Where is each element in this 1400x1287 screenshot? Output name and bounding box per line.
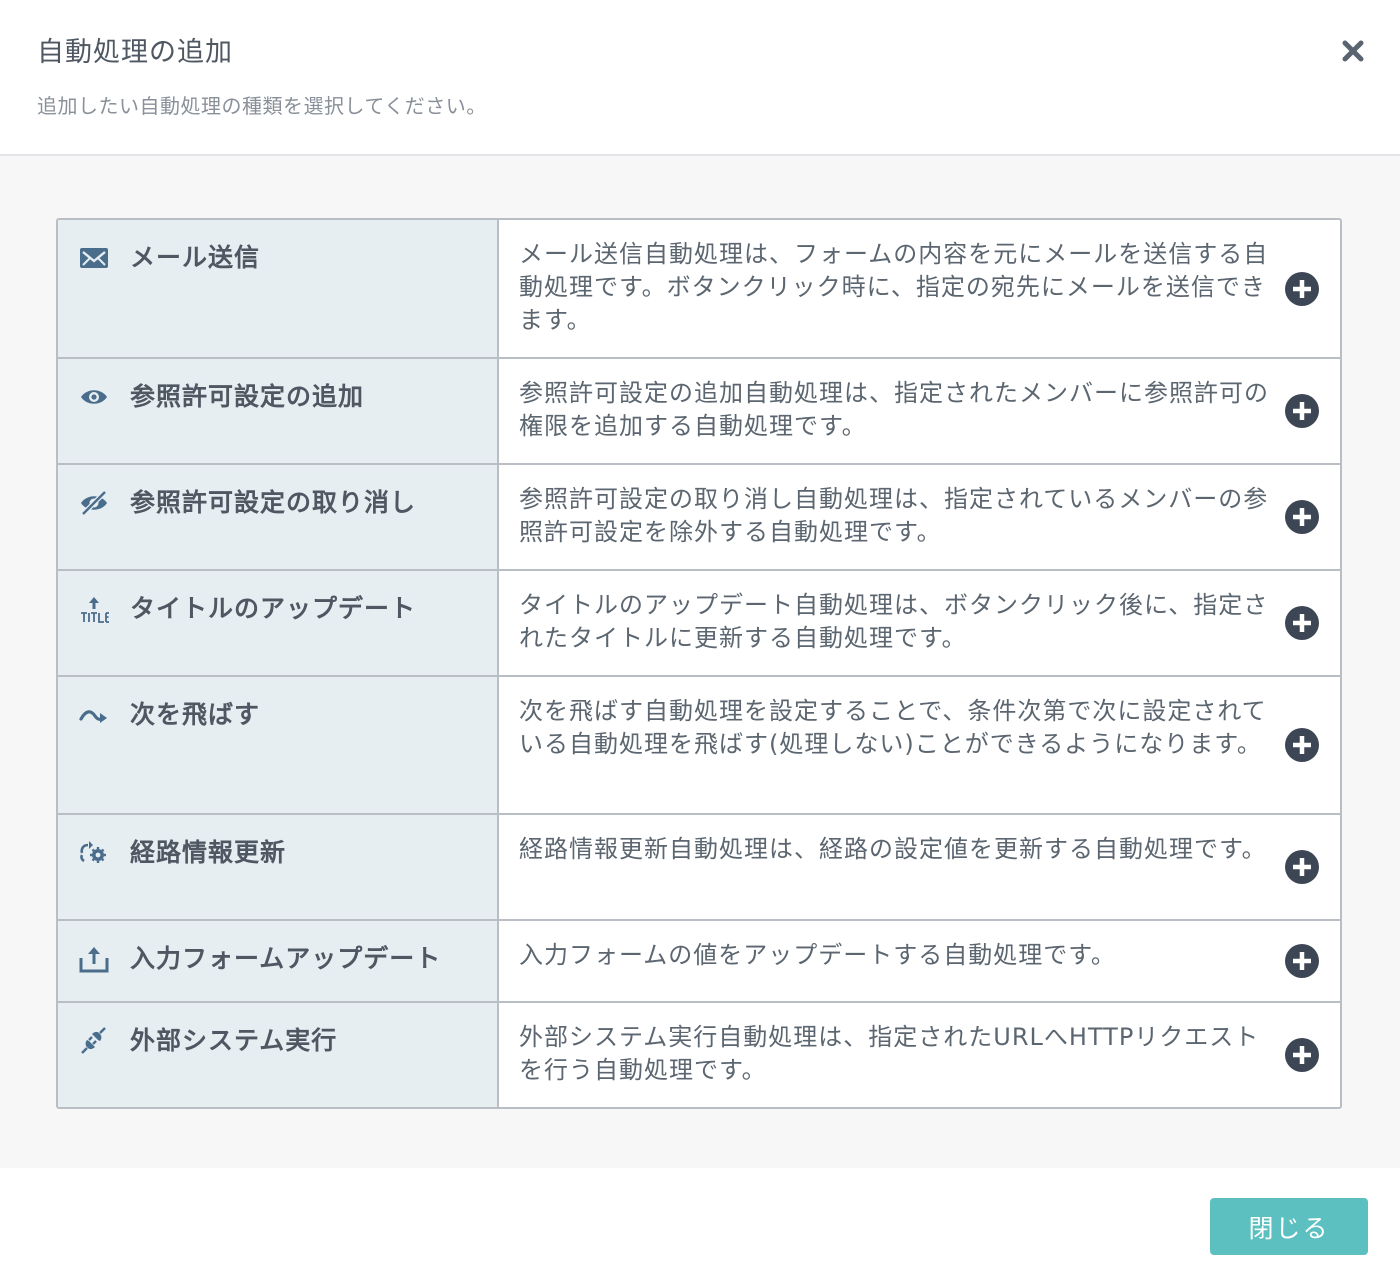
automation-name-cell: 参照許可設定の取り消し xyxy=(58,465,499,569)
automation-description: 入力フォームの値をアップデートする自動処理です。 xyxy=(519,941,1116,969)
close-button[interactable]: 閉じる xyxy=(1210,1198,1368,1255)
automation-name-cell: 参照許可設定の追加 xyxy=(58,359,499,463)
add-circle-icon[interactable] xyxy=(1284,271,1320,307)
table-row: 参照許可設定の追加 参照許可設定の追加自動処理は、指定されたメンバーに参照許可の… xyxy=(58,357,1340,463)
automation-description-cell: メール送信自動処理は、フォームの内容を元にメールを送信する自動処理です。ボタンク… xyxy=(499,220,1340,357)
automation-name-cell: タイトルのアップデート xyxy=(58,571,499,675)
add-circle-icon[interactable] xyxy=(1284,727,1320,763)
table-row: 参照許可設定の取り消し 参照許可設定の取り消し自動処理は、指定されているメンバー… xyxy=(58,463,1340,569)
table-row: 経路情報更新 経路情報更新自動処理は、経路の設定値を更新する自動処理です。 xyxy=(58,813,1340,919)
automation-description: 参照許可設定の追加自動処理は、指定されたメンバーに参照許可の権限を追加する自動処… xyxy=(519,379,1269,440)
modal-footer: 閉じる xyxy=(0,1168,1400,1287)
automation-name: メール送信 xyxy=(130,243,261,272)
add-circle-icon[interactable] xyxy=(1284,1037,1320,1073)
route-settings-icon xyxy=(78,839,110,867)
add-circle-icon[interactable] xyxy=(1284,849,1320,885)
automation-description-cell: 入力フォームの値をアップデートする自動処理です。 xyxy=(499,921,1340,1001)
automation-name: 参照許可設定の取り消し xyxy=(130,488,417,517)
add-circle-icon[interactable] xyxy=(1284,943,1320,979)
plug-icon xyxy=(78,1027,110,1055)
upload-icon xyxy=(78,945,110,973)
automation-name: 経路情報更新 xyxy=(130,838,287,867)
modal-title: 自動処理の追加 xyxy=(37,37,233,68)
automation-name: 外部システム実行 xyxy=(130,1026,338,1055)
automation-description: 経路情報更新自動処理は、経路の設定値を更新する自動処理です。 xyxy=(519,835,1267,863)
skip-arrow-icon xyxy=(78,701,110,729)
eye-slash-icon xyxy=(78,489,110,517)
automation-name-cell: 外部システム実行 xyxy=(58,1003,499,1107)
automation-name-cell: メール送信 xyxy=(58,220,499,357)
automation-description: 参照許可設定の取り消し自動処理は、指定されているメンバーの参照許可設定を除外する… xyxy=(519,485,1269,546)
automation-name: タイトルのアップデート xyxy=(130,594,417,623)
add-circle-icon[interactable] xyxy=(1284,499,1320,535)
automation-name: 次を飛ばす xyxy=(130,700,261,729)
automation-description-cell: 外部システム実行自動処理は、指定されたURLへHTTPリクエストを行う自動処理で… xyxy=(499,1003,1340,1107)
table-row: 入力フォームアップデート 入力フォームの値をアップデートする自動処理です。 xyxy=(58,919,1340,1001)
automation-description: タイトルのアップデート自動処理は、ボタンクリック後に、指定されたタイトルに更新す… xyxy=(519,591,1269,652)
close-icon[interactable] xyxy=(1336,34,1370,68)
automation-name: 入力フォームアップデート xyxy=(130,944,442,973)
table-row: タイトルのアップデート タイトルのアップデート自動処理は、ボタンクリック後に、指… xyxy=(58,569,1340,675)
modal-header: 自動処理の追加 追加したい自動処理の種類を選択してください。 xyxy=(0,0,1400,156)
automation-type-table: メール送信 メール送信自動処理は、フォームの内容を元にメールを送信する自動処理で… xyxy=(56,218,1342,1109)
modal-subtitle: 追加したい自動処理の種類を選択してください。 xyxy=(37,94,487,118)
table-row: 次を飛ばす 次を飛ばす自動処理を設定することで、条件次第で次に設定されている自動… xyxy=(58,675,1340,813)
automation-name-cell: 次を飛ばす xyxy=(58,677,499,813)
table-row: メール送信 メール送信自動処理は、フォームの内容を元にメールを送信する自動処理で… xyxy=(58,220,1340,357)
automation-name-cell: 入力フォームアップデート xyxy=(58,921,499,1001)
add-automation-modal: 自動処理の追加 追加したい自動処理の種類を選択してください。 メール送信 メール… xyxy=(0,0,1400,1287)
automation-description-cell: 次を飛ばす自動処理を設定することで、条件次第で次に設定されている自動処理を飛ばす… xyxy=(499,677,1340,813)
add-circle-icon[interactable] xyxy=(1284,605,1320,641)
automation-name: 参照許可設定の追加 xyxy=(130,382,365,411)
table-row: 外部システム実行 外部システム実行自動処理は、指定されたURLへHTTPリクエス… xyxy=(58,1001,1340,1107)
add-circle-icon[interactable] xyxy=(1284,393,1320,429)
modal-body: メール送信 メール送信自動処理は、フォームの内容を元にメールを送信する自動処理で… xyxy=(0,156,1400,1168)
automation-description: メール送信自動処理は、フォームの内容を元にメールを送信する自動処理です。ボタンク… xyxy=(519,240,1269,334)
mail-icon xyxy=(78,244,110,272)
automation-description-cell: 経路情報更新自動処理は、経路の設定値を更新する自動処理です。 xyxy=(499,815,1340,919)
automation-description-cell: 参照許可設定の取り消し自動処理は、指定されているメンバーの参照許可設定を除外する… xyxy=(499,465,1340,569)
automation-name-cell: 経路情報更新 xyxy=(58,815,499,919)
automation-description-cell: 参照許可設定の追加自動処理は、指定されたメンバーに参照許可の権限を追加する自動処… xyxy=(499,359,1340,463)
automation-description-cell: タイトルのアップデート自動処理は、ボタンクリック後に、指定されたタイトルに更新す… xyxy=(499,571,1340,675)
automation-description: 次を飛ばす自動処理を設定することで、条件次第で次に設定されている自動処理を飛ばす… xyxy=(519,697,1267,758)
automation-description: 外部システム実行自動処理は、指定されたURLへHTTPリクエストを行う自動処理で… xyxy=(519,1023,1260,1084)
eye-icon xyxy=(78,383,110,411)
title-update-icon xyxy=(78,595,110,623)
